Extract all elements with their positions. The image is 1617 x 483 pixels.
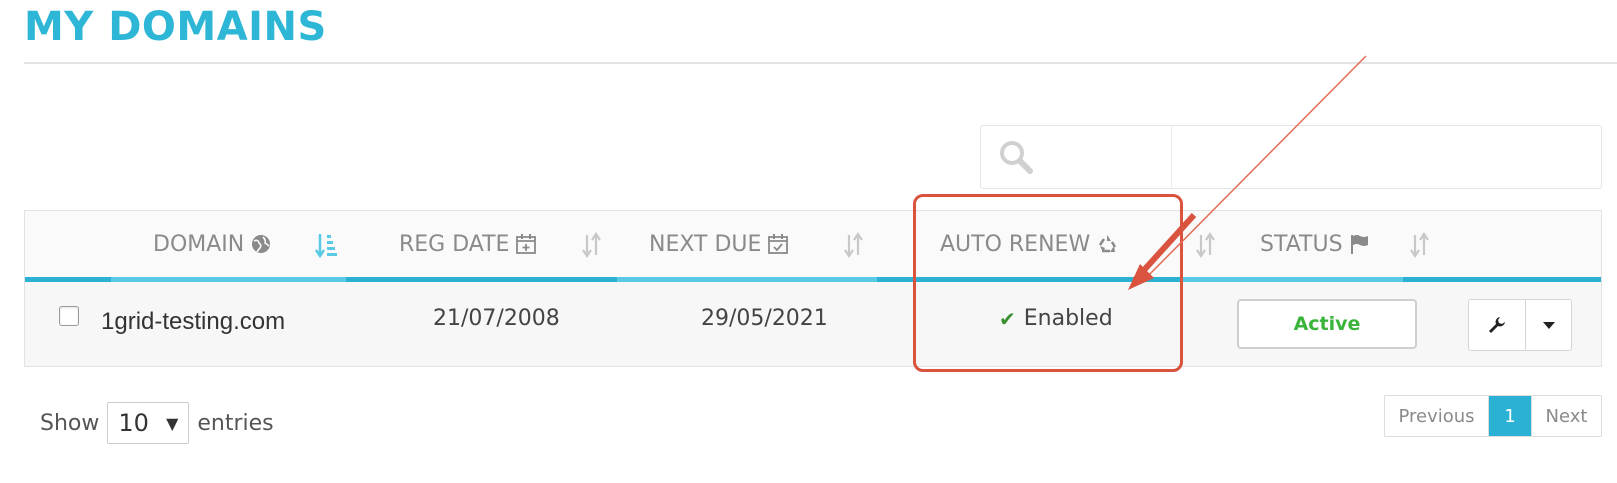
- length-menu-prefix: Show: [40, 410, 100, 436]
- column-header-next-due[interactable]: NEXT DUE: [649, 211, 789, 277]
- status-badge[interactable]: Active: [1237, 299, 1417, 349]
- search-icon: [1000, 141, 1033, 174]
- calendar-plus-icon: [516, 234, 537, 254]
- sort-icon[interactable]: [1195, 231, 1217, 259]
- search-input[interactable]: [1051, 138, 1555, 176]
- globe-icon: [252, 235, 271, 253]
- manage-button[interactable]: [1469, 300, 1525, 350]
- calendar-check-icon: [768, 234, 789, 254]
- entries-per-page-select[interactable]: 10 ▼: [107, 402, 190, 444]
- table-header: DOMAIN REG DATE NEXT DUE AUTO RENEW STAT…: [25, 211, 1601, 277]
- caret-down-icon: ▼: [166, 413, 179, 433]
- domain-name[interactable]: 1grid-testing.com: [101, 308, 285, 336]
- sort-icon[interactable]: [581, 231, 603, 259]
- title-divider: [24, 62, 1617, 64]
- pagination: Previous 1 Next: [1384, 395, 1602, 437]
- column-header-status[interactable]: STATUS: [1260, 211, 1371, 277]
- length-menu-suffix: entries: [197, 410, 274, 436]
- sort-icon[interactable]: [1409, 231, 1431, 259]
- search-box[interactable]: [980, 125, 1602, 189]
- sort-icon[interactable]: [843, 231, 865, 259]
- pagination-page-1[interactable]: 1: [1489, 396, 1531, 436]
- length-menu: Show 10 ▼ entries: [40, 402, 274, 444]
- reg-date: 21/07/2008: [433, 306, 560, 331]
- row-actions[interactable]: [1468, 299, 1572, 351]
- next-due-date: 29/05/2021: [701, 306, 828, 331]
- column-header-reg-date[interactable]: REG DATE: [399, 211, 537, 277]
- page-title: MY DOMAINS: [24, 4, 327, 50]
- pagination-next[interactable]: Next: [1531, 396, 1601, 436]
- caret-down-icon: [1543, 322, 1555, 329]
- row-checkbox[interactable]: [59, 306, 79, 326]
- sort-ascending-icon[interactable]: [315, 231, 337, 259]
- actions-dropdown-button[interactable]: [1526, 300, 1572, 350]
- flag-icon: [1350, 235, 1368, 254]
- annotation-highlight-box: [913, 194, 1183, 372]
- wrench-icon: [1489, 317, 1505, 333]
- column-header-domain[interactable]: DOMAIN: [153, 211, 272, 277]
- pagination-previous[interactable]: Previous: [1385, 396, 1489, 436]
